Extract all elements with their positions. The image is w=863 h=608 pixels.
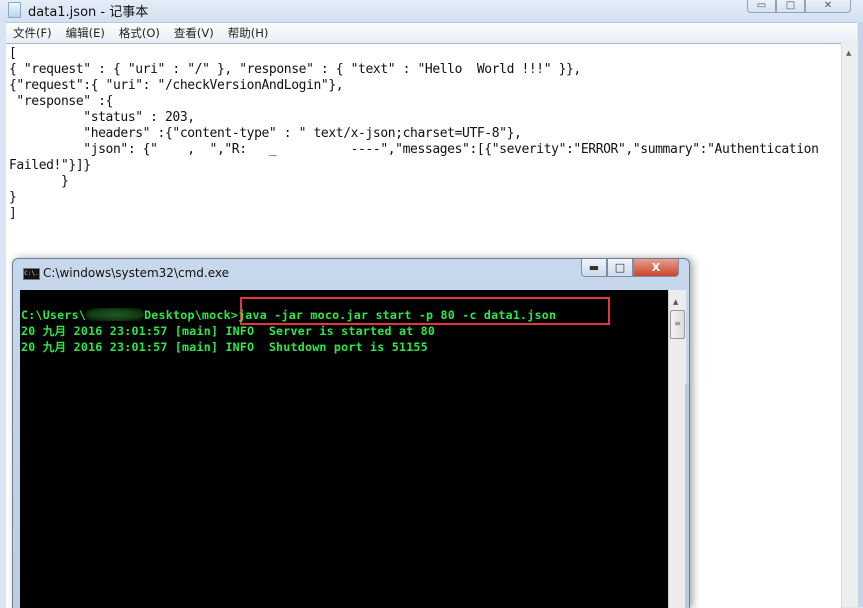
cmd-maximize-button[interactable]: □ [607, 259, 633, 277]
scroll-up-arrow-icon[interactable]: ▲ [673, 298, 678, 306]
cmd-window: C:\. C:\windows\system32\cmd.exe ▬ □ X C… [12, 258, 690, 608]
minimize-button[interactable]: ▭ [747, 0, 776, 13]
maximize-icon: □ [785, 0, 796, 11]
redacted-username [86, 308, 145, 321]
prompt-suffix: Desktop\mock> [144, 308, 239, 322]
maximize-button[interactable]: □ [776, 0, 805, 13]
minimize-icon: ▬ [588, 261, 600, 274]
notepad-content[interactable]: [ { "request" : { "uri" : "/" }, "respon… [9, 46, 819, 222]
notepad-title: data1.json - 记事本 [28, 5, 149, 20]
maximize-icon: □ [614, 261, 626, 274]
close-icon: ✕ [823, 0, 833, 11]
cmd-app-icon: C:\. [23, 268, 40, 280]
cmd-titlebar[interactable]: C:\. C:\windows\system32\cmd.exe ▬ □ X [13, 259, 689, 285]
notepad-window-frame [858, 22, 863, 607]
notepad-app-icon [8, 2, 21, 18]
menu-edit[interactable]: 编辑(E) [59, 23, 112, 43]
notepad-menubar: 文件(F) 编辑(E) 格式(O) 查看(V) 帮助(H) [6, 22, 857, 43]
cmd-vertical-scrollbar[interactable]: ▲ ≡ [668, 290, 686, 608]
command-text: java -jar moco.jar start -p 80 -c data1.… [238, 308, 557, 322]
cmd-output: C:\Users\ Desktop\mock>java -jar moco.jar… [21, 307, 556, 355]
menu-help[interactable]: 帮助(H) [221, 23, 276, 43]
cmd-close-button[interactable]: X [633, 259, 679, 277]
cmd-caption-buttons: ▬ □ X [581, 259, 679, 277]
minimize-icon: ▭ [756, 0, 767, 11]
scroll-thumb[interactable]: ≡ [670, 310, 685, 339]
cmd-minimize-button[interactable]: ▬ [581, 259, 607, 277]
log-line: 20 九月 2016 23:01:57 [main] INFO Server i… [21, 324, 436, 338]
menu-format[interactable]: 格式(O) [112, 23, 167, 43]
close-icon: X [651, 261, 661, 274]
cmd-window-frame [685, 384, 689, 608]
cmd-console[interactable]: C:\Users\ Desktop\mock>java -jar moco.jar… [20, 290, 668, 608]
menu-view[interactable]: 查看(V) [167, 23, 221, 43]
scroll-up-arrow-icon[interactable]: ▲ [846, 49, 851, 57]
cmd-title: C:\windows\system32\cmd.exe [43, 266, 229, 280]
prompt-prefix: C:\Users\ [21, 308, 87, 322]
close-button[interactable]: ✕ [805, 0, 851, 13]
menu-file[interactable]: 文件(F) [6, 23, 59, 43]
log-line: 20 九月 2016 23:01:57 [main] INFO Shutdown… [21, 340, 428, 354]
notepad-vertical-scrollbar[interactable]: ▲ [841, 43, 859, 607]
notepad-titlebar[interactable]: data1.json - 记事本 ▭ □ ✕ [0, 0, 863, 22]
notepad-caption-buttons: ▭ □ ✕ [747, 0, 851, 13]
